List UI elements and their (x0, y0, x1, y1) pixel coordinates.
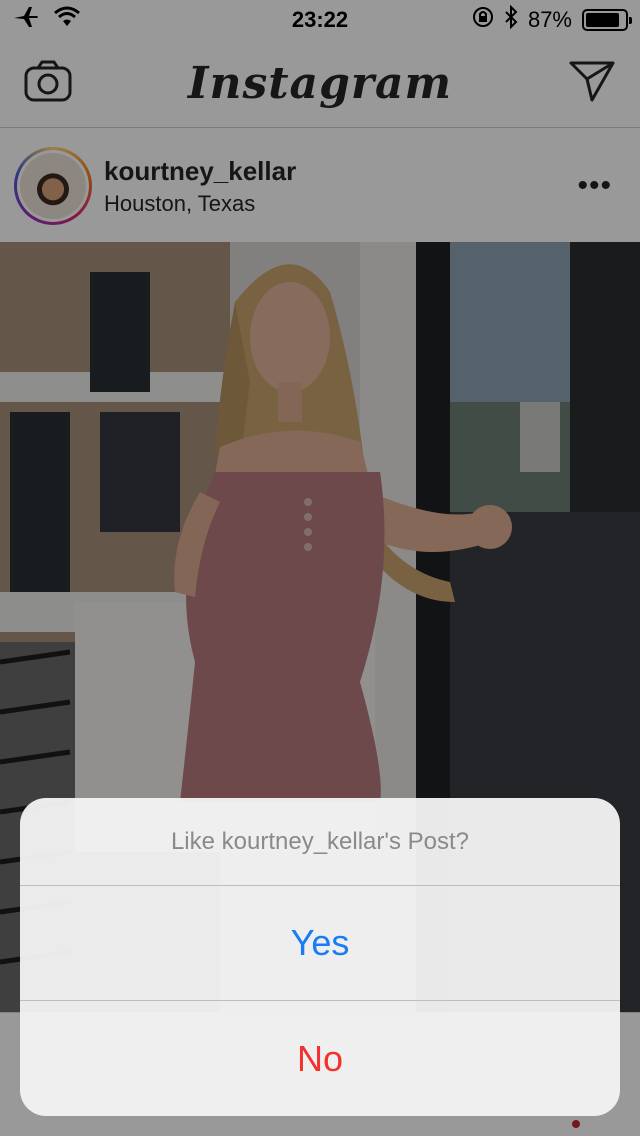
alert-yes-button[interactable]: Yes (20, 886, 620, 1001)
alert-title: Like kourtney_kellar's Post? (20, 798, 620, 886)
like-alert-dialog: Like kourtney_kellar's Post? Yes No (20, 798, 620, 1116)
alert-no-button[interactable]: No (20, 1001, 620, 1116)
